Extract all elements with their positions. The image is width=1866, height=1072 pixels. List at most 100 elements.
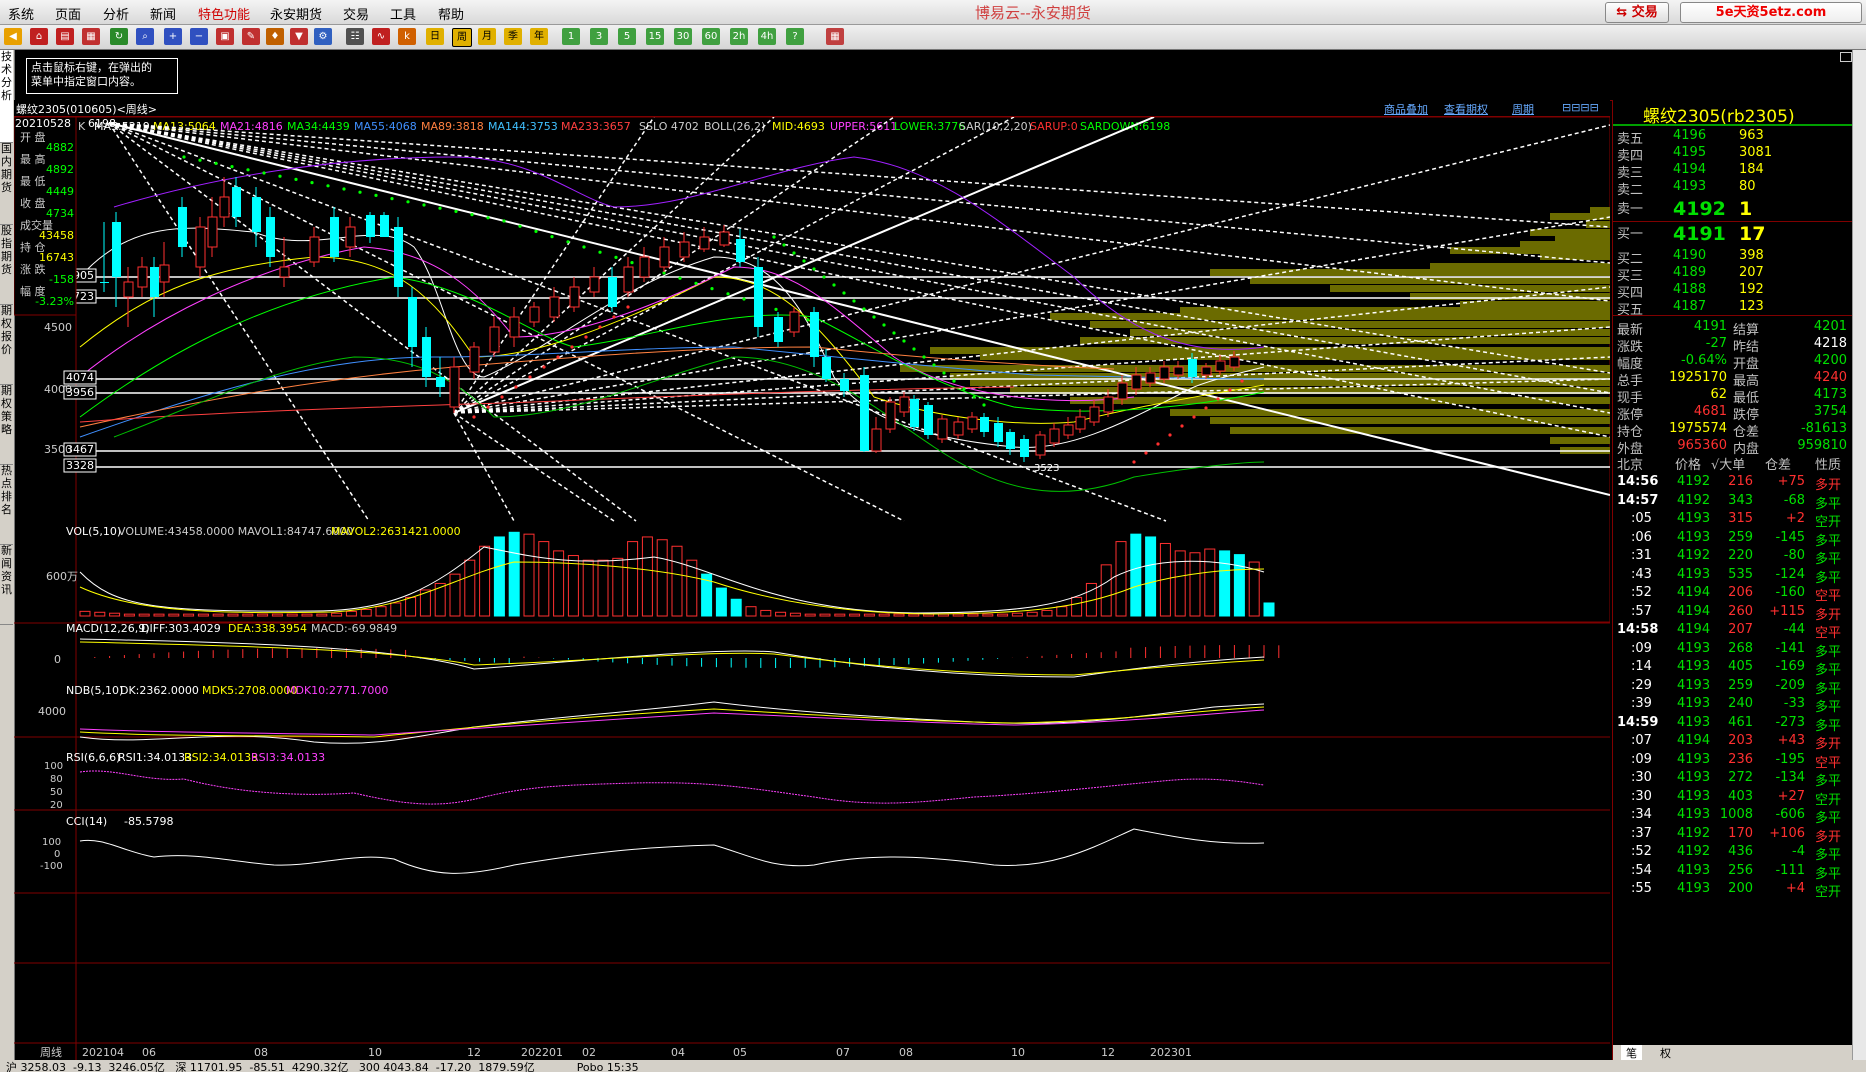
draw-icon[interactable]: ✎ xyxy=(242,28,260,45)
bid1-row[interactable]: 买一 4191 17 xyxy=(1613,221,1853,245)
network-icon[interactable]: ⚙ xyxy=(314,28,332,45)
tick-time: :39 xyxy=(1631,696,1652,711)
period-5min[interactable]: 5 xyxy=(618,28,636,45)
candle-body xyxy=(252,197,261,232)
period-30min[interactable]: 30 xyxy=(674,28,692,45)
period-custom[interactable]: ? xyxy=(786,28,804,45)
menu-system[interactable]: 系统 xyxy=(8,4,34,23)
left-tab-news[interactable]: 新闻资讯 xyxy=(0,544,13,625)
calc-icon[interactable]: ▦ xyxy=(826,28,844,45)
period-2h[interactable]: 2h xyxy=(730,28,748,45)
tick-change: -68 xyxy=(1783,492,1805,508)
left-tab-option-strategy[interactable]: 期权策略 xyxy=(0,384,13,465)
tick-row[interactable]: :31 4192 220 -80 多平 xyxy=(1613,546,1853,567)
menu-page[interactable]: 页面 xyxy=(55,4,81,23)
trade-button[interactable]: ⇆ 交易 xyxy=(1605,2,1669,23)
tick-row[interactable]: 14:56 4192 216 +75 多开 xyxy=(1613,472,1853,493)
period-1min[interactable]: 1 xyxy=(562,28,580,45)
left-tab-option-quote[interactable]: 期权报价 xyxy=(0,304,13,385)
period-week[interactable]: 周 xyxy=(452,28,472,47)
candle-body xyxy=(123,281,134,298)
tick-row[interactable]: :34 4193 1008 -606 多平 xyxy=(1613,805,1853,826)
tick-change: -195 xyxy=(1775,751,1805,767)
alert-icon[interactable]: ♦ xyxy=(266,28,284,45)
period-day[interactable]: 日 xyxy=(426,28,444,45)
stat-value: 4218 xyxy=(1813,336,1847,351)
tick-row[interactable]: :09 4193 268 -141 多平 xyxy=(1613,639,1853,660)
period-month[interactable]: 月 xyxy=(478,28,496,45)
period-quarter[interactable]: 季 xyxy=(504,28,522,45)
window-icon[interactable]: ▣ xyxy=(216,28,234,45)
table-icon[interactable]: ☷ xyxy=(346,28,364,45)
quote-icon[interactable]: ▤ xyxy=(56,28,74,45)
period-4h[interactable]: 4h xyxy=(758,28,776,45)
tick-row[interactable]: :52 4194 206 -160 空平 xyxy=(1613,583,1853,604)
tick-row[interactable]: :54 4193 256 -111 多平 xyxy=(1613,861,1853,882)
refresh-icon[interactable]: ↻ xyxy=(110,28,128,45)
kline-chart[interactable]: K MA5:5219 MA13:5064 MA21:4816 MA34:4439… xyxy=(14,117,1610,1060)
tick-row[interactable]: :06 4193 259 -145 多平 xyxy=(1613,528,1853,549)
tick-row[interactable]: :52 4192 436 -4 多平 xyxy=(1613,842,1853,863)
search-icon[interactable]: ⌕ xyxy=(136,28,154,45)
tick-row[interactable]: 14:58 4194 207 -44 空平 xyxy=(1613,620,1853,641)
tick-row[interactable]: :39 4193 240 -33 多平 xyxy=(1613,694,1853,715)
filter-icon[interactable]: ▼ xyxy=(290,28,308,45)
menu-special[interactable]: 特色功能 xyxy=(198,4,250,23)
period-60min[interactable]: 60 xyxy=(702,28,720,45)
period-3min[interactable]: 3 xyxy=(590,28,608,45)
menu-yongan[interactable]: 永安期货 xyxy=(270,4,322,23)
back-icon[interactable]: ◀ xyxy=(4,28,22,45)
tick-row[interactable]: :14 4193 405 -169 多平 xyxy=(1613,657,1853,678)
cci-axis-0: 0 xyxy=(54,849,60,860)
home-icon[interactable]: ⌂ xyxy=(30,28,48,45)
candle-body xyxy=(137,266,148,288)
zoom-out-icon[interactable]: − xyxy=(190,28,208,45)
period-link[interactable]: 周期 xyxy=(1512,101,1534,117)
tick-icon[interactable]: k xyxy=(398,28,416,45)
candle-body xyxy=(195,226,206,268)
zoom-in-icon[interactable]: + xyxy=(164,28,182,45)
menu-analysis[interactable]: 分析 xyxy=(103,4,129,23)
left-tab-domestic[interactable]: 国内期货 xyxy=(0,142,13,225)
bid-row[interactable]: 买五 4187 123 xyxy=(1613,297,1853,318)
options-link[interactable]: 查看期权 xyxy=(1444,101,1488,117)
tick-row[interactable]: :07 4194 203 +43 多开 xyxy=(1613,731,1853,752)
menu-help[interactable]: 帮助 xyxy=(438,4,464,23)
tab-ticks[interactable]: 笔 xyxy=(1621,1045,1642,1061)
left-tab-tech[interactable]: 技术分析 xyxy=(0,50,13,143)
ind-lower: LOWER:3776 xyxy=(894,120,965,133)
menu-tools[interactable]: 工具 xyxy=(390,4,416,23)
tick-row[interactable]: :57 4194 260 +115 多开 xyxy=(1613,602,1853,623)
overlay-link[interactable]: 商品叠加 xyxy=(1384,101,1428,117)
nav-arrows-icon[interactable]: ⊟⊟⊟⊟ xyxy=(1562,101,1599,114)
tick-vol: 405 xyxy=(1728,659,1753,674)
left-tab-index[interactable]: 股指期货 xyxy=(0,224,13,305)
tab-rights[interactable]: 权 xyxy=(1655,1045,1676,1061)
tick-change: -44 xyxy=(1783,622,1805,637)
tick-row[interactable]: :29 4193 259 -209 多平 xyxy=(1613,676,1853,697)
right-scrollbar[interactable] xyxy=(1852,50,1866,1060)
tick-row[interactable]: :30 4193 272 -134 多平 xyxy=(1613,768,1853,789)
candle-body xyxy=(345,226,356,248)
line-chart-icon[interactable]: ∿ xyxy=(372,28,390,45)
tick-change: -4 xyxy=(1792,844,1805,859)
tick-row[interactable]: :30 4193 403 +27 空开 xyxy=(1613,787,1853,808)
left-tab-hot-rank[interactable]: 热点排名 xyxy=(0,464,13,545)
tick-header-row[interactable]: 北京 价格 √大单 仓差 性质 xyxy=(1613,452,1853,473)
tick-row[interactable]: :05 4193 315 +2 空开 xyxy=(1613,509,1853,530)
tip-line-2: 菜单中指定窗口内容。 xyxy=(31,75,141,88)
maximize-icon[interactable] xyxy=(1840,52,1852,62)
ask1-row[interactable]: 卖一 4192 1 xyxy=(1613,196,1853,220)
tick-row[interactable]: :55 4193 200 +4 空开 xyxy=(1613,879,1853,900)
period-year[interactable]: 年 xyxy=(530,28,548,45)
period-15min[interactable]: 15 xyxy=(646,28,664,45)
tick-row[interactable]: :37 4192 170 +106 多开 xyxy=(1613,824,1853,845)
menu-news[interactable]: 新闻 xyxy=(150,4,176,23)
menu-trade[interactable]: 交易 xyxy=(343,4,369,23)
tick-row[interactable]: 14:57 4192 343 -68 多平 xyxy=(1613,491,1853,512)
grid-icon[interactable]: ▦ xyxy=(82,28,100,45)
tick-row[interactable]: :43 4193 535 -124 多平 xyxy=(1613,565,1853,586)
tick-row[interactable]: 14:59 4193 461 -273 多平 xyxy=(1613,713,1853,734)
tick-row[interactable]: :09 4193 236 -195 空平 xyxy=(1613,750,1853,771)
ask-row[interactable]: 卖二 4193 80 xyxy=(1613,177,1853,198)
